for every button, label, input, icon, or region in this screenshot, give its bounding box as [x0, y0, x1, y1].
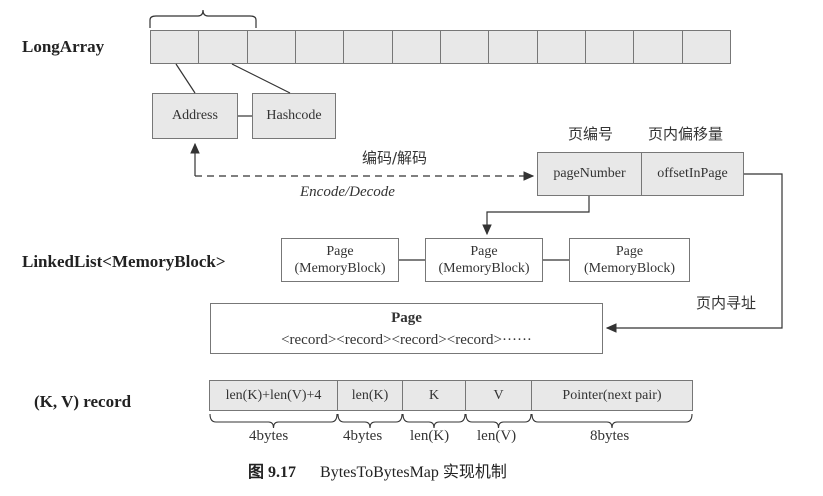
- size-brace: [465, 413, 532, 429]
- page-number-to-page-arrow: [482, 196, 590, 236]
- long-array-to-address-line: [175, 63, 196, 94]
- offset-to-page-arrow: [605, 173, 783, 333]
- connectors: [149, 9, 783, 429]
- long-array-to-hashcode-line: [231, 63, 291, 94]
- long-array-brace: [149, 9, 257, 28]
- record-size-braces: [209, 413, 693, 429]
- size-brace: [402, 413, 466, 429]
- size-brace: [531, 413, 693, 429]
- size-brace: [209, 413, 338, 429]
- size-brace: [337, 413, 403, 429]
